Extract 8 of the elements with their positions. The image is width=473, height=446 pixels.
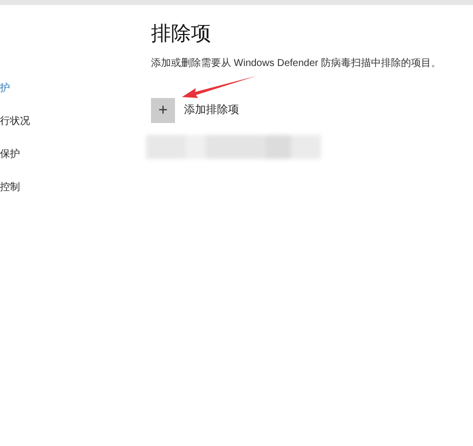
add-button[interactable]: + <box>151 98 175 123</box>
sidebar-item[interactable]: 保护 <box>0 148 20 161</box>
sidebar-item[interactable]: 护 <box>0 82 10 95</box>
page-title: 排除项 <box>151 22 211 47</box>
sidebar-item[interactable]: 行状况 <box>0 115 30 128</box>
sidebar-item[interactable]: 控制 <box>0 181 20 194</box>
page-description: 添加或删除需要从 Windows Defender 防病毒扫描中排除的项目。 <box>151 56 442 71</box>
add-exclusion-label[interactable]: 添加排除项 <box>184 102 239 119</box>
